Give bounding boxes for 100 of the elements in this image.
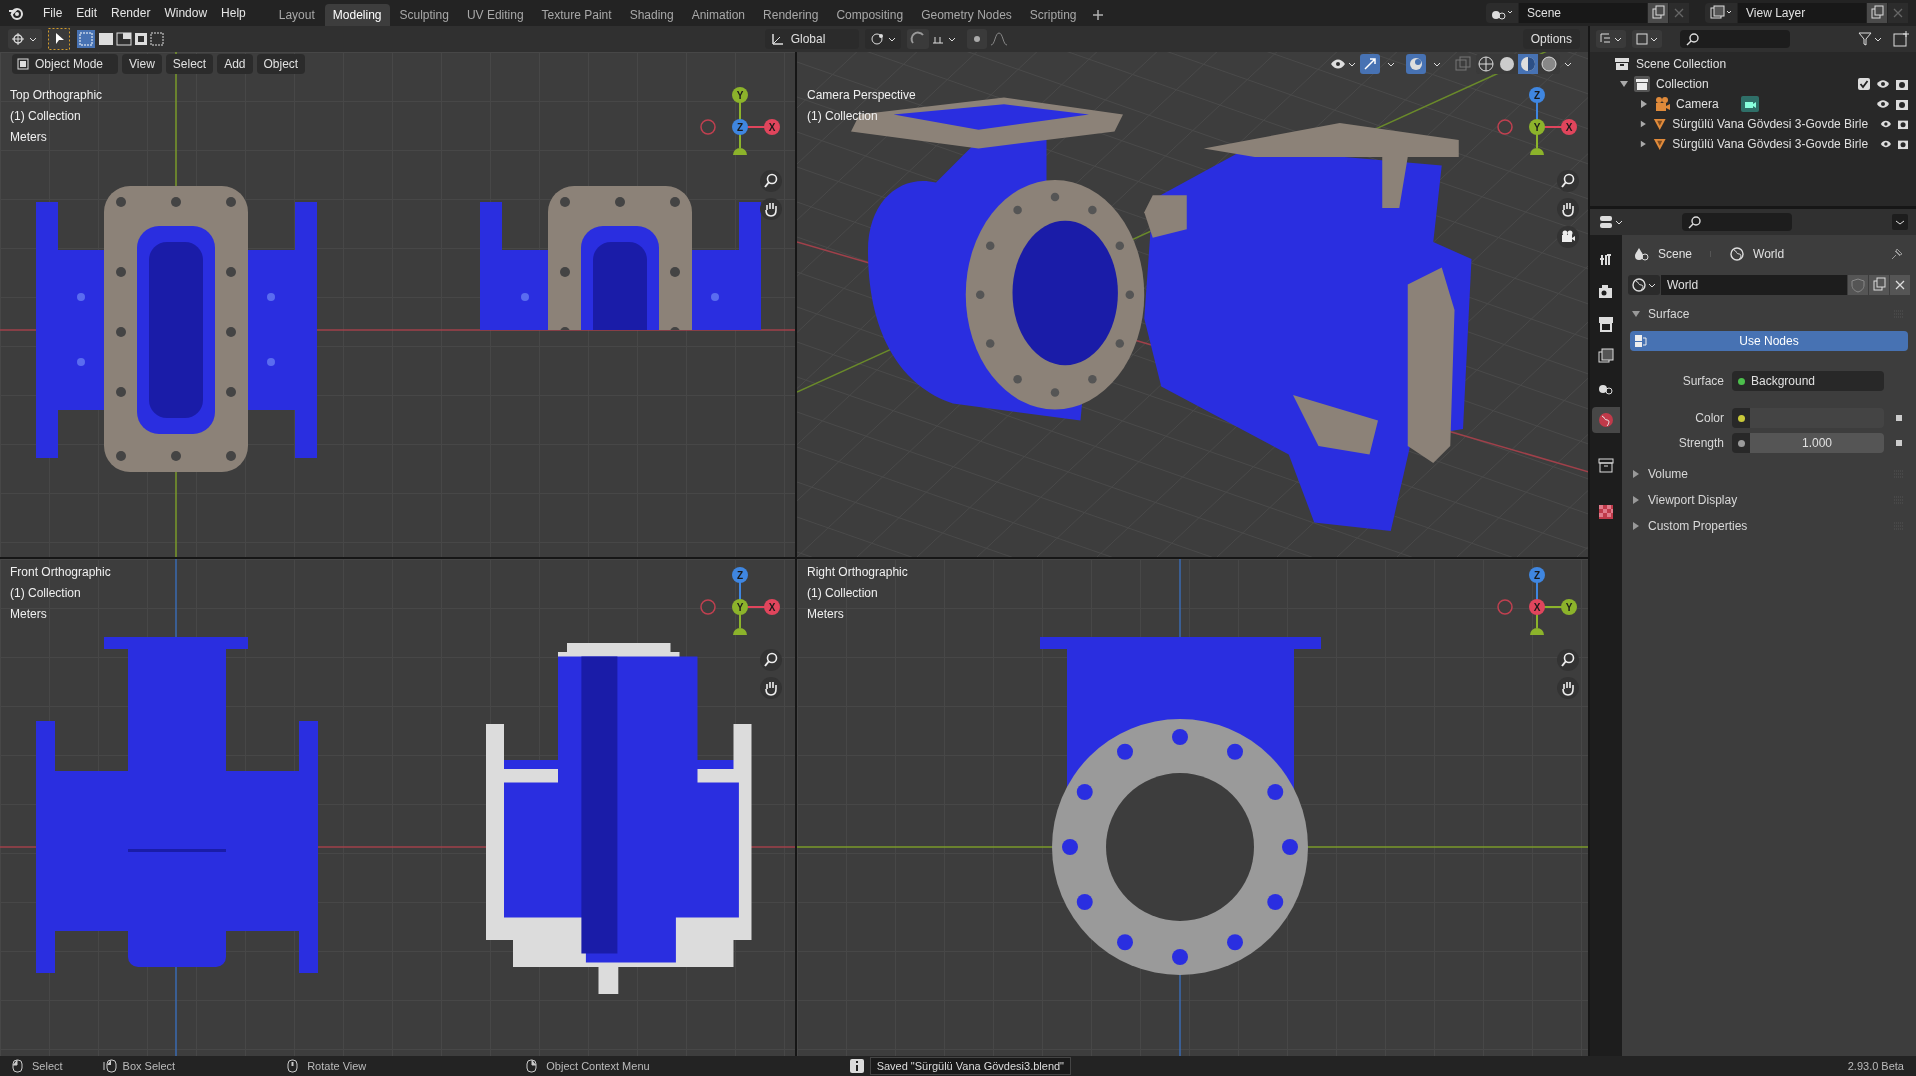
workspace-tab[interactable]: Sculpting — [391, 4, 457, 26]
mode-dropdown[interactable]: Object Mode — [12, 54, 118, 74]
copy-icon[interactable] — [1648, 3, 1668, 23]
menu-item[interactable]: Render — [104, 2, 158, 24]
zoom-icon[interactable] — [1557, 649, 1579, 671]
options-dropdown-icon[interactable] — [1892, 214, 1908, 230]
menu-item[interactable]: Help — [214, 2, 253, 24]
view-layer-field[interactable]: View Layer — [1738, 3, 1866, 23]
copy-icon[interactable] — [1869, 275, 1889, 295]
close-icon[interactable] — [1888, 3, 1908, 23]
axis-label[interactable]: Y — [1529, 119, 1545, 135]
menu-item[interactable]: Edit — [69, 2, 105, 24]
outliner-item[interactable]: Collection — [1656, 75, 1709, 93]
collapsed-arrow-icon[interactable] — [1632, 522, 1640, 530]
close-icon[interactable] — [1890, 275, 1910, 295]
camera-data-icon[interactable] — [1740, 96, 1759, 112]
outliner-dropdown-icon[interactable] — [1596, 30, 1626, 48]
workspace-tab[interactable]: Geometry Nodes — [913, 4, 1020, 26]
zoom-icon[interactable] — [760, 170, 782, 192]
orientation-dropdown[interactable]: Global — [764, 29, 859, 49]
panel-header[interactable]: Custom Properties — [1648, 517, 1748, 535]
workspace-tab[interactable]: Shading — [621, 4, 682, 26]
hand-icon[interactable] — [760, 677, 782, 699]
collapsed-arrow-icon[interactable] — [1640, 140, 1647, 148]
display-mode-icon[interactable] — [1632, 30, 1662, 48]
axis-label[interactable]: Z — [1529, 87, 1545, 103]
render-camera-icon[interactable] — [1896, 78, 1908, 90]
axis-label[interactable]: Z — [732, 567, 748, 583]
axis-label[interactable]: X — [1561, 119, 1577, 135]
close-icon[interactable] — [1669, 3, 1689, 23]
axis-label[interactable]: X — [764, 599, 780, 615]
eye-icon[interactable] — [1880, 118, 1892, 130]
outliner-item[interactable]: Sürgülü Vana Gövdesi 3-Govde Birle — [1672, 115, 1869, 133]
workspace-tab[interactable]: Scripting — [1021, 4, 1085, 26]
zoom-icon[interactable] — [760, 649, 782, 671]
color-field[interactable] — [1732, 408, 1884, 428]
status-hint: Select — [32, 1058, 63, 1074]
hand-icon[interactable] — [760, 198, 782, 220]
shader-dropdown[interactable]: Background — [1732, 371, 1884, 391]
viewport-menu[interactable]: Add — [217, 54, 253, 74]
camera-icon[interactable] — [1557, 226, 1579, 248]
use-nodes-button[interactable]: Use Nodes — [1630, 331, 1908, 351]
axis-label[interactable]: Y — [732, 599, 748, 615]
scene-field[interactable]: Scene — [1519, 3, 1647, 23]
render-camera-icon[interactable] — [1897, 138, 1908, 150]
eye-icon[interactable] — [1880, 138, 1892, 150]
search-field[interactable] — [1682, 213, 1792, 231]
viewport-menu[interactable]: View — [122, 54, 162, 74]
workspace-tab[interactable]: Rendering — [755, 4, 827, 26]
render-camera-icon[interactable] — [1896, 98, 1908, 110]
outliner-item[interactable]: Sürgülü Vana Gövdesi 3-Govde Birle — [1672, 135, 1869, 153]
editor-type-dropdown[interactable] — [1486, 3, 1518, 23]
pin-icon[interactable] — [1890, 247, 1904, 261]
workspace-tab[interactable]: Modeling — [324, 4, 390, 26]
axis-label[interactable]: X — [1529, 599, 1545, 615]
collapsed-arrow-icon[interactable] — [1640, 100, 1648, 108]
zoom-icon[interactable] — [1557, 170, 1579, 192]
axis-label[interactable]: Z — [732, 119, 748, 135]
viewport-menu[interactable]: Select — [165, 54, 214, 74]
editor-type-dropdown[interactable] — [1705, 3, 1737, 23]
blender-logo-icon[interactable] — [8, 5, 24, 21]
axis-label[interactable]: Z — [1529, 567, 1545, 583]
workspace-tab[interactable]: UV Editing — [458, 4, 532, 26]
axis-label[interactable]: Y — [1561, 599, 1577, 615]
checkbox[interactable] — [1858, 78, 1870, 90]
xray-toggle-icon[interactable] — [1452, 54, 1474, 74]
workspace-tab[interactable]: Layout — [270, 4, 323, 26]
panel-header[interactable]: Surface — [1648, 305, 1690, 323]
world-name-field[interactable]: World — [1661, 275, 1847, 295]
editor-type-icon[interactable] — [8, 29, 42, 49]
panel-header[interactable]: Volume — [1648, 465, 1689, 483]
menu-item[interactable]: Window — [157, 2, 215, 24]
menu-item[interactable]: File — [36, 2, 70, 24]
axis-label[interactable]: Y — [732, 87, 748, 103]
eye-icon[interactable] — [1876, 98, 1890, 110]
hand-icon[interactable] — [1557, 677, 1579, 699]
search-field[interactable] — [1680, 30, 1790, 48]
workspace-tab[interactable]: Animation — [683, 4, 754, 26]
collapsed-arrow-icon[interactable] — [1632, 470, 1640, 478]
collapsed-arrow-icon[interactable] — [1632, 496, 1640, 504]
options-dropdown[interactable]: Options — [1522, 29, 1580, 49]
outliner-item[interactable]: Camera — [1676, 95, 1719, 113]
workspace-tab[interactable]: Texture Paint — [533, 4, 620, 26]
viewport-menu[interactable]: Object — [256, 54, 306, 74]
select-cursor-icon[interactable] — [48, 28, 70, 50]
expanded-arrow-icon[interactable] — [1632, 310, 1640, 318]
collapsed-arrow-icon[interactable] — [1640, 120, 1647, 128]
render-camera-icon[interactable] — [1897, 118, 1908, 130]
new-collection-icon[interactable] — [1892, 30, 1910, 48]
copy-icon[interactable] — [1867, 3, 1887, 23]
eye-icon[interactable] — [1876, 78, 1890, 90]
selection-mode-icon[interactable] — [76, 29, 164, 49]
axis-label[interactable]: X — [764, 119, 780, 135]
world-dropdown-icon[interactable] — [1628, 275, 1660, 295]
field-label: Surface — [1681, 373, 1724, 390]
panel-header[interactable]: Viewport Display — [1648, 491, 1738, 509]
workspace-tab[interactable]: Compositing — [828, 4, 912, 26]
outliner-item[interactable]: Scene Collection — [1636, 55, 1727, 73]
hand-icon[interactable] — [1557, 198, 1579, 220]
expanded-arrow-icon[interactable] — [1620, 80, 1628, 88]
